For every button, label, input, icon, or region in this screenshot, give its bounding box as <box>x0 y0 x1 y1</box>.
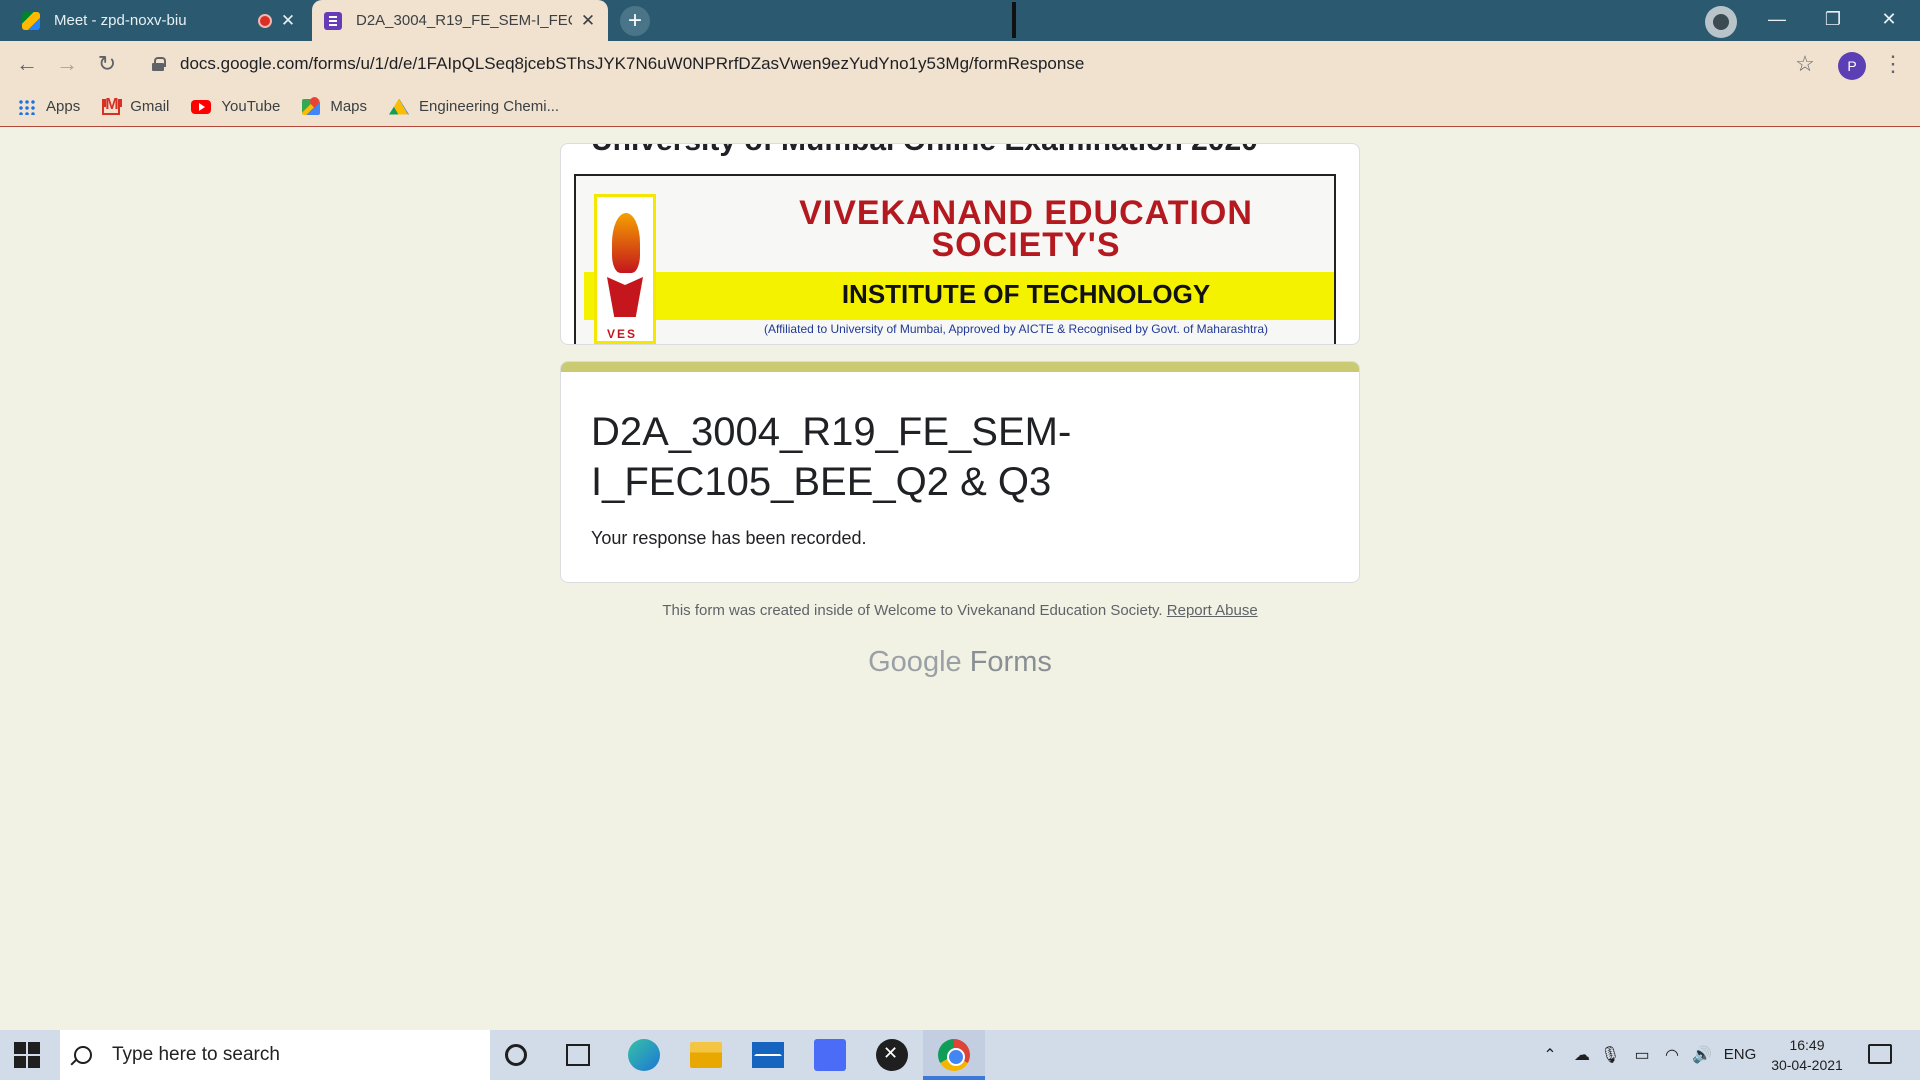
reload-button[interactable]: ↻ <box>92 49 122 79</box>
tray-chevron-up-icon[interactable]: ⌃ <box>1540 1045 1560 1065</box>
lock-icon[interactable] <box>152 57 166 71</box>
onedrive-cloud-icon[interactable]: ☁ <box>1570 1045 1594 1065</box>
browser-tabstrip: Meet - zpd-noxv-biu ✕ D2A_3004_R19_FE_SE… <box>0 0 1920 41</box>
report-abuse-link[interactable]: Report Abuse <box>1167 602 1258 619</box>
new-tab-button[interactable]: + <box>620 6 650 36</box>
flame-icon <box>612 213 640 273</box>
banner-title-line2: SOCIETY'S <box>931 226 1121 264</box>
tab-meet[interactable]: Meet - zpd-noxv-biu ✕ <box>10 0 308 41</box>
back-button[interactable]: ← <box>12 49 42 79</box>
confirmation-message: Your response has been recorded. <box>591 528 867 548</box>
address-bar[interactable]: docs.google.com/forms/u/1/d/e/1FAIpQLSeq… <box>140 45 1790 83</box>
wifi-icon[interactable]: ◠ <box>1660 1045 1684 1065</box>
youtube-icon <box>191 99 212 114</box>
minimize-button[interactable]: — <box>1750 0 1804 41</box>
banner-affiliation: (Affiliated to University of Mumbai, App… <box>763 322 1268 336</box>
bookmarks-bar: Apps Gmail YouTube Maps Engineering Chem… <box>0 87 1920 127</box>
browser-menu-icon[interactable]: ⋮ <box>1878 49 1908 79</box>
bookmark-star-icon[interactable]: ☆ <box>1790 49 1820 79</box>
xbox-icon[interactable] <box>876 1039 908 1071</box>
browser-toolbar: ← → ↻ docs.google.com/forms/u/1/d/e/1FAI… <box>0 41 1920 87</box>
windows-taskbar: Type here to search ⌃ ☁ 🎙 ▭ ◠ 🔊 ENG 16:4… <box>0 1030 1920 1080</box>
bookmark-maps[interactable]: Maps <box>302 98 367 115</box>
cortana-icon[interactable] <box>505 1044 527 1066</box>
file-explorer-icon[interactable] <box>690 1042 722 1068</box>
form-header-card: University of Mumbai Online Examination … <box>560 143 1360 345</box>
brand-google: Google <box>868 646 962 678</box>
card-accent-bar <box>561 362 1359 372</box>
bookmark-label: Apps <box>46 98 81 115</box>
form-response-card: D2A_3004_R19_FE_SEM-I_FEC105_BEE_Q2 & Q3… <box>560 361 1360 583</box>
forms-favicon-icon <box>324 11 342 30</box>
bookmark-gmail[interactable]: Gmail <box>102 96 170 115</box>
form-footer: This form was created inside of Welcome … <box>560 602 1360 619</box>
drive-icon <box>389 98 410 115</box>
close-tab-icon[interactable]: ✕ <box>580 11 596 31</box>
bookmark-label: Gmail <box>130 98 170 115</box>
bookmark-youtube[interactable]: YouTube <box>191 98 280 115</box>
ves-logo: VES <box>594 194 656 344</box>
clock-time: 16:49 <box>1789 1037 1825 1053</box>
header-title-cut: University of Mumbai Online Examination … <box>591 144 1258 158</box>
forward-button[interactable]: → <box>52 49 82 79</box>
close-window-button[interactable]: ✕ <box>1862 0 1916 41</box>
bookmark-label: Engineering Chemi... <box>419 98 560 115</box>
windows-start-icon[interactable] <box>14 1042 40 1068</box>
banner-institute-name: INSTITUTE OF TECHNOLOGY <box>841 279 1211 309</box>
language-indicator[interactable]: ENG <box>1722 1046 1758 1066</box>
brand-forms: Forms <box>969 646 1052 678</box>
bookmark-engineering[interactable]: Engineering Chemi... <box>389 98 559 115</box>
clock-date: 30-04-2021 <box>1771 1057 1843 1073</box>
maps-icon <box>302 98 321 115</box>
book-icon <box>607 277 643 317</box>
form-title: D2A_3004_R19_FE_SEM-I_FEC105_BEE_Q2 & Q3 <box>591 410 1072 504</box>
apps-grid-icon <box>18 98 36 115</box>
footer-note-text: This form was created inside of Welcome … <box>662 602 1163 619</box>
volume-icon[interactable]: 🔊 <box>1690 1045 1714 1065</box>
active-app-indicator <box>923 1076 985 1080</box>
restore-button[interactable]: ❐ <box>1806 0 1860 41</box>
tab-title: D2A_3004_R19_FE_SEM-I_FEC105_BEE_Q2 & Q3 <box>356 12 572 29</box>
taskbar-search-input[interactable]: Type here to search <box>60 1030 490 1080</box>
bookmark-apps[interactable]: Apps <box>18 98 80 115</box>
chrome-icon[interactable] <box>938 1039 970 1071</box>
text-cursor-icon <box>1012 2 1016 38</box>
search-icon <box>74 1046 92 1064</box>
battery-icon[interactable]: ▭ <box>1630 1045 1654 1065</box>
gmail-icon <box>102 96 121 115</box>
task-view-icon[interactable] <box>566 1044 590 1066</box>
app-icon[interactable] <box>814 1039 846 1071</box>
profile-avatar[interactable]: P <box>1838 52 1866 80</box>
google-forms-logo[interactable]: Google Forms <box>560 646 1360 679</box>
logo-text: VES <box>607 327 638 341</box>
tab-search-icon[interactable] <box>1705 6 1737 38</box>
bookmark-label: YouTube <box>221 98 281 115</box>
mail-icon[interactable] <box>752 1042 784 1068</box>
edge-icon[interactable] <box>628 1039 660 1071</box>
tab-form-active[interactable]: D2A_3004_R19_FE_SEM-I_FEC105_BEE_Q2 & Q3… <box>312 0 608 41</box>
tab-title: Meet - zpd-noxv-biu <box>54 12 187 29</box>
taskbar-clock[interactable]: 16:49 30-04-2021 <box>1762 1035 1852 1075</box>
search-placeholder: Type here to search <box>112 1044 280 1065</box>
microphone-icon[interactable]: 🎙 <box>1600 1045 1620 1065</box>
close-tab-icon[interactable]: ✕ <box>280 11 296 31</box>
url-text[interactable]: docs.google.com/forms/u/1/d/e/1FAIpQLSeq… <box>180 54 1084 74</box>
notification-center-icon[interactable] <box>1868 1044 1892 1064</box>
recording-indicator-icon <box>258 13 272 28</box>
institute-banner: VES VIVEKANAND EDUCATION SOCIETY'S INSTI… <box>574 174 1336 344</box>
meet-favicon-icon <box>22 11 40 30</box>
bookmark-label: Maps <box>330 98 368 115</box>
